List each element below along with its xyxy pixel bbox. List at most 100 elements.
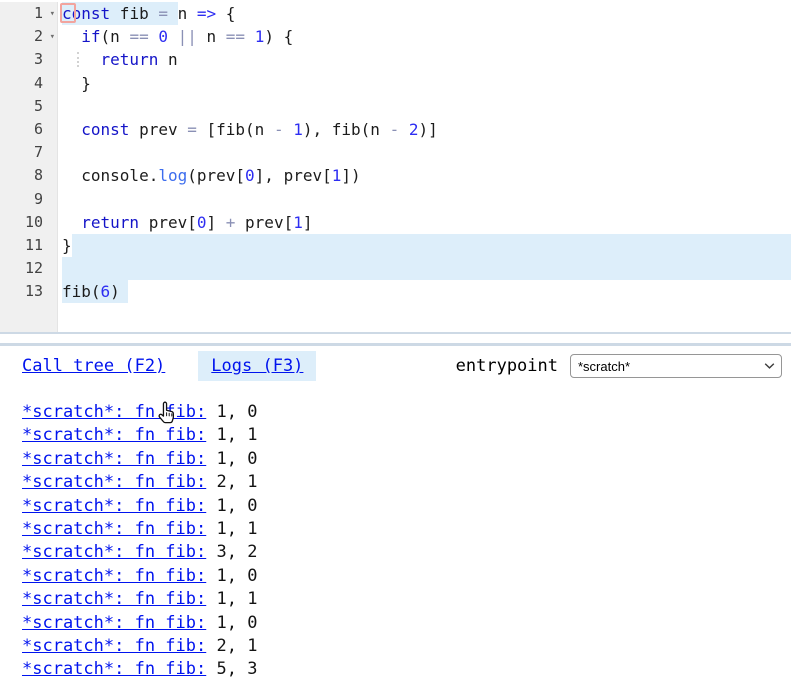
- log-link[interactable]: *scratch*: fn fib:: [22, 402, 206, 422]
- log-args: 2, 1: [216, 472, 257, 492]
- code-line[interactable]: fib(6): [58, 280, 791, 303]
- code-line-row: 13fib(6): [0, 280, 791, 303]
- code-line-row: 10 return prev[0] + prev[1]: [0, 211, 791, 234]
- log-args: 1, 0: [216, 496, 257, 516]
- log-link[interactable]: *scratch*: fn fib:: [22, 636, 206, 656]
- line-number: 3: [0, 48, 58, 71]
- code-line-row: 1▾const fib = n => {: [0, 2, 791, 25]
- fold-arrow-icon[interactable]: ▾: [50, 3, 55, 26]
- code-line-row: 12: [0, 257, 791, 280]
- code-line-row: 9: [0, 188, 791, 211]
- log-row: *scratch*: fn fib: 1, 0: [22, 565, 782, 588]
- code-line[interactable]: [58, 257, 791, 280]
- code-line[interactable]: [58, 188, 791, 211]
- log-link[interactable]: *scratch*: fn fib:: [22, 566, 206, 586]
- line-number: 2▾: [0, 25, 58, 48]
- code-line[interactable]: }: [58, 72, 791, 95]
- log-args: 5, 3: [216, 659, 257, 678]
- log-row: *scratch*: fn fib: 1, 1: [22, 518, 782, 541]
- entrypoint-select[interactable]: *scratch*: [570, 354, 782, 378]
- editor-filler: [0, 303, 791, 332]
- line-number: 10: [0, 211, 58, 234]
- code-line-row: 2▾ if(n == 0 || n == 1) {: [0, 25, 791, 48]
- panel-header: Call tree (F2) Logs (F3) entrypoint *scr…: [12, 351, 782, 381]
- log-link[interactable]: *scratch*: fn fib:: [22, 589, 206, 609]
- ide-app: 1▾const fib = n => {2▾ if(n == 0 || n ==…: [0, 0, 791, 678]
- panel-divider: [0, 334, 791, 343]
- code-text: const prev = [fib(n - 1), fib(n - 2)]: [62, 120, 438, 139]
- line-number: 5: [0, 95, 58, 118]
- log-row: *scratch*: fn fib: 1, 1: [22, 588, 782, 611]
- log-link[interactable]: *scratch*: fn fib:: [22, 519, 206, 539]
- line-number: 1▾: [0, 2, 58, 25]
- code-text: }: [62, 236, 72, 255]
- log-link[interactable]: *scratch*: fn fib:: [22, 613, 206, 633]
- tab-call-tree[interactable]: Call tree (F2): [22, 351, 165, 381]
- code-line[interactable]: return n: [58, 48, 791, 71]
- log-row: *scratch*: fn fib: 2, 1: [22, 471, 782, 494]
- log-args: 1, 0: [216, 449, 257, 469]
- code-line[interactable]: console.log(prev[0], prev[1]): [58, 164, 791, 187]
- code-line-row: 3 return n: [0, 48, 791, 71]
- log-args: 1, 1: [216, 589, 257, 609]
- entrypoint-select-wrap: *scratch*: [570, 354, 782, 378]
- code-line-row: 7: [0, 141, 791, 164]
- log-link[interactable]: *scratch*: fn fib:: [22, 449, 206, 469]
- log-link[interactable]: *scratch*: fn fib:: [22, 425, 206, 445]
- log-link[interactable]: *scratch*: fn fib:: [22, 496, 206, 516]
- cursor-position-box: [60, 3, 76, 23]
- debugger-panel: Call tree (F2) Logs (F3) entrypoint *scr…: [0, 343, 791, 678]
- code-line[interactable]: }: [58, 234, 791, 257]
- log-row: *scratch*: fn fib: 1, 0: [22, 612, 782, 635]
- fold-arrow-icon[interactable]: ▾: [50, 26, 55, 49]
- code-line[interactable]: [58, 141, 791, 164]
- log-row: *scratch*: fn fib: 1, 0: [22, 448, 782, 471]
- log-args: 1, 0: [216, 566, 257, 586]
- log-link[interactable]: *scratch*: fn fib:: [22, 659, 206, 678]
- log-args: 1, 1: [216, 425, 257, 445]
- code-text: return n: [62, 50, 178, 69]
- line-number: 9: [0, 188, 58, 211]
- code-text: console.log(prev[0], prev[1]): [62, 166, 361, 185]
- entrypoint-label: entrypoint: [456, 356, 558, 376]
- code-line[interactable]: [58, 95, 791, 118]
- log-link[interactable]: *scratch*: fn fib:: [22, 472, 206, 492]
- line-number: 4: [0, 72, 58, 95]
- log-row: *scratch*: fn fib: 3, 2: [22, 541, 782, 564]
- tab-logs[interactable]: Logs (F3): [198, 351, 316, 381]
- line-number: 7: [0, 141, 58, 164]
- line-number: 6: [0, 118, 58, 141]
- log-args: 3, 2: [216, 542, 257, 562]
- code-line-row: 4 }: [0, 72, 791, 95]
- logs-list: *scratch*: fn fib: 1, 0*scratch*: fn fib…: [22, 401, 782, 678]
- code-text: if(n == 0 || n == 1) {: [62, 27, 293, 46]
- log-args: 1, 0: [216, 613, 257, 633]
- line-number: 11: [0, 234, 58, 257]
- log-row: *scratch*: fn fib: 5, 3: [22, 658, 782, 678]
- evaluated-region-highlight: [62, 257, 791, 280]
- code-line[interactable]: return prev[0] + prev[1]: [58, 211, 791, 234]
- log-args: 1, 0: [216, 402, 257, 422]
- log-link[interactable]: *scratch*: fn fib:: [22, 542, 206, 562]
- code-line-row: 11}: [0, 234, 791, 257]
- code-line[interactable]: const fib = n => {: [58, 2, 791, 25]
- code-line[interactable]: const prev = [fib(n - 1), fib(n - 2)]: [58, 118, 791, 141]
- code-line-row: 6 const prev = [fib(n - 1), fib(n - 2)]: [0, 118, 791, 141]
- code-text: const fib = n => {: [62, 4, 235, 23]
- log-row: *scratch*: fn fib: 1, 0: [22, 495, 782, 518]
- log-args: 2, 1: [216, 636, 257, 656]
- code-line[interactable]: if(n == 0 || n == 1) {: [58, 25, 791, 48]
- code-text: return prev[0] + prev[1]: [62, 213, 312, 232]
- entrypoint-group: entrypoint *scratch*: [456, 354, 782, 378]
- code-text: fib(6): [62, 282, 120, 301]
- code-text: }: [62, 74, 91, 93]
- gutter-filler: [0, 303, 58, 332]
- log-row: *scratch*: fn fib: 2, 1: [22, 635, 782, 658]
- line-number: 13: [0, 280, 58, 303]
- log-row: *scratch*: fn fib: 1, 0: [22, 401, 782, 424]
- log-args: 1, 1: [216, 519, 257, 539]
- line-number: 12: [0, 257, 58, 280]
- line-number: 8: [0, 164, 58, 187]
- log-row: *scratch*: fn fib: 1, 1: [22, 424, 782, 447]
- editor-empty-area[interactable]: [58, 303, 791, 332]
